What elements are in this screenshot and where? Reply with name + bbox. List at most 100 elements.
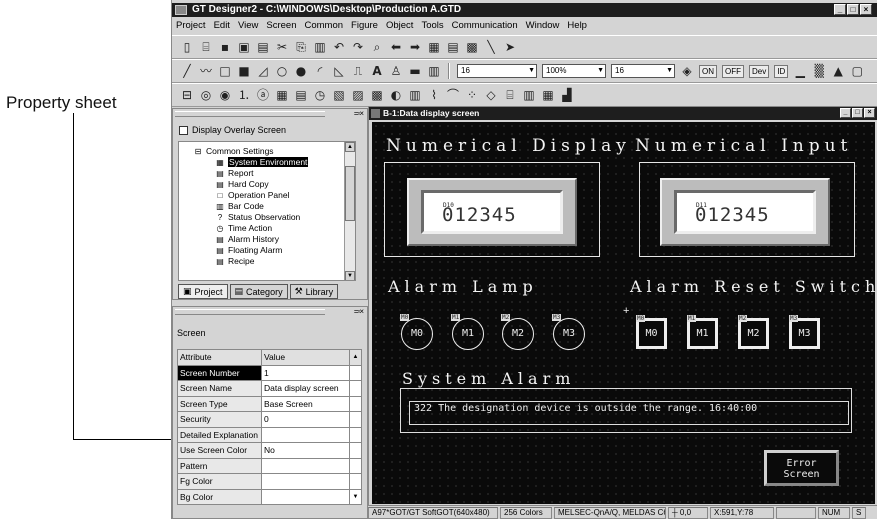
back-arrow-icon[interactable]: ⬅	[389, 40, 403, 54]
scroll-down-icon[interactable]: ▼	[345, 271, 355, 280]
maximize-button[interactable]: □	[847, 4, 859, 15]
screen-list-icon[interactable]: ▦	[427, 40, 441, 54]
tab-library[interactable]: ⚒ Library	[289, 284, 339, 299]
display-overlay-option[interactable]: Display Overlay Screen	[179, 125, 286, 135]
tab-category[interactable]: ▤ Category	[229, 284, 288, 299]
level-icon[interactable]: ▥	[408, 88, 422, 102]
switch-object-icon[interactable]: ⊟	[180, 88, 194, 102]
arc-icon[interactable]: ◜	[313, 64, 327, 78]
property-row[interactable]: Detailed Explanation	[177, 426, 362, 443]
property-value[interactable]	[261, 457, 350, 474]
table-icon[interactable]: ▦	[541, 88, 555, 102]
tree-item-status-observation[interactable]: ? Status Observation	[215, 212, 301, 223]
script-icon[interactable]: ⌸	[503, 88, 517, 102]
undo-icon[interactable]: ↶	[332, 40, 346, 54]
redo-icon[interactable]: ↷	[351, 40, 365, 54]
menu-communication[interactable]: Communication	[452, 20, 518, 31]
panel-close-icon[interactable]: =▫×	[354, 109, 364, 118]
panelmeter-icon[interactable]: ◐	[389, 88, 403, 102]
open-folder-icon[interactable]: ⌸	[199, 40, 213, 54]
menu-view[interactable]: View	[238, 20, 258, 31]
zoom-select[interactable]: 100%	[542, 64, 606, 78]
overlay-checkbox[interactable]	[179, 125, 188, 135]
polyline-icon[interactable]: 〰	[199, 64, 213, 78]
scroll-thumb[interactable]	[345, 166, 355, 221]
device-toggle[interactable]: Dev	[749, 64, 770, 78]
editor-maximize-button[interactable]: □	[852, 108, 863, 118]
scroll-up-icon[interactable]: ▲	[349, 349, 362, 366]
pattern-icon[interactable]: ▒	[812, 64, 826, 78]
on-toggle[interactable]: ON	[699, 64, 717, 78]
tree-item-system-environment[interactable]: ▦ System Environment	[215, 157, 309, 168]
line-color-icon[interactable]: ▁	[793, 64, 807, 78]
cut-icon[interactable]: ✂	[275, 40, 289, 54]
property-panel-close-icon[interactable]: =▫×	[354, 307, 364, 316]
save-icon[interactable]: ▪	[218, 40, 232, 54]
clock-tool-icon[interactable]: ◷	[313, 88, 327, 102]
scroll-down-icon[interactable]: ▼	[349, 488, 362, 505]
text-color-icon[interactable]: ▲	[831, 64, 845, 78]
tree-item-report[interactable]: ▤ Report	[215, 168, 253, 179]
tree-item-alarm-history[interactable]: ▤ Alarm History	[215, 234, 279, 245]
bar-graph-icon[interactable]: ▟	[560, 88, 574, 102]
tree-item-floating-alarm[interactable]: ▤ Floating Alarm	[215, 245, 282, 256]
property-row[interactable]: Use Screen Color No	[177, 442, 362, 459]
font-size-select[interactable]: 16	[457, 64, 537, 78]
property-value[interactable]	[261, 488, 350, 505]
fill-color-icon[interactable]: ◈	[680, 64, 694, 78]
alarm-lamp-m3[interactable]: M3	[553, 318, 585, 350]
tree-item-time-action[interactable]: ◷ Time Action	[215, 223, 273, 234]
filled-circle-icon[interactable]: ●	[294, 64, 308, 78]
menu-window[interactable]: Window	[526, 20, 560, 31]
text-size-select[interactable]: 16	[611, 64, 675, 78]
save-all-icon[interactable]: ▣	[237, 40, 251, 54]
alarm-reset-switch-m2[interactable]: M2	[738, 318, 769, 349]
menu-figure[interactable]: Figure	[351, 20, 378, 31]
find-icon[interactable]: ⌕	[370, 40, 384, 54]
lamp-bit-icon[interactable]: ◉	[218, 88, 232, 102]
parts-move-icon[interactable]: ▩	[370, 88, 384, 102]
menu-common[interactable]: Common	[304, 20, 343, 31]
statistics-icon[interactable]: ◇	[484, 88, 498, 102]
monitor-icon[interactable]: ▩	[465, 40, 479, 54]
off-toggle[interactable]: OFF	[722, 64, 744, 78]
menu-screen[interactable]: Screen	[266, 20, 296, 31]
forward-arrow-icon[interactable]: ➡	[408, 40, 422, 54]
scale-icon[interactable]: ⎍	[351, 64, 365, 78]
numerical-display-object[interactable]: D10 012345	[407, 178, 577, 246]
property-value[interactable]: Base Screen	[261, 395, 350, 412]
numeric-display-icon[interactable]: ⒈	[237, 88, 251, 102]
image-icon[interactable]: ▬	[408, 64, 422, 78]
property-row[interactable]: Screen Name Data display screen	[177, 380, 362, 397]
lamp-object-icon[interactable]: ◎	[199, 88, 213, 102]
tab-project[interactable]: ▣ Project	[178, 284, 228, 299]
property-panel-grip[interactable]	[175, 309, 325, 315]
comment-icon[interactable]: ▧	[332, 88, 346, 102]
close-button[interactable]: ×	[860, 4, 872, 15]
alarm-history-tool-icon[interactable]: ▤	[294, 88, 308, 102]
tree-item-recipe[interactable]: ▤ Recipe	[215, 256, 254, 267]
tree-item-hard-copy[interactable]: ▤ Hard Copy	[215, 179, 268, 190]
menu-tools[interactable]: Tools	[421, 20, 443, 31]
ascii-display-icon[interactable]: ⓐ	[256, 88, 270, 102]
property-value[interactable]	[261, 426, 350, 443]
line-graph-icon[interactable]: ⌒	[446, 88, 460, 102]
property-row[interactable]: Screen Number 1	[177, 364, 362, 381]
property-row[interactable]: Screen Type Base Screen	[177, 395, 362, 412]
minimize-button[interactable]: _	[834, 4, 846, 15]
paint-icon[interactable]: ♙	[389, 64, 403, 78]
alarm-lamp-m2[interactable]: M2	[502, 318, 534, 350]
menu-edit[interactable]: Edit	[214, 20, 230, 31]
property-value[interactable]: 1	[261, 364, 350, 381]
properties-icon[interactable]: ▤	[446, 40, 460, 54]
system-alarm-display[interactable]: 322 The designation device is outside th…	[409, 401, 849, 425]
sector-icon[interactable]: ◺	[332, 64, 346, 78]
id-toggle[interactable]: ID	[774, 64, 789, 78]
tree-item-common-settings[interactable]: ⊟ Common Settings	[193, 146, 274, 157]
property-value[interactable]: No	[261, 442, 350, 459]
property-row[interactable]: Pattern	[177, 457, 362, 474]
rectangle-icon[interactable]: □	[218, 64, 232, 78]
circle-icon[interactable]: ○	[275, 64, 289, 78]
alarm-list-icon[interactable]: ▦	[275, 88, 289, 102]
window-frame-icon[interactable]: ▢	[850, 64, 864, 78]
